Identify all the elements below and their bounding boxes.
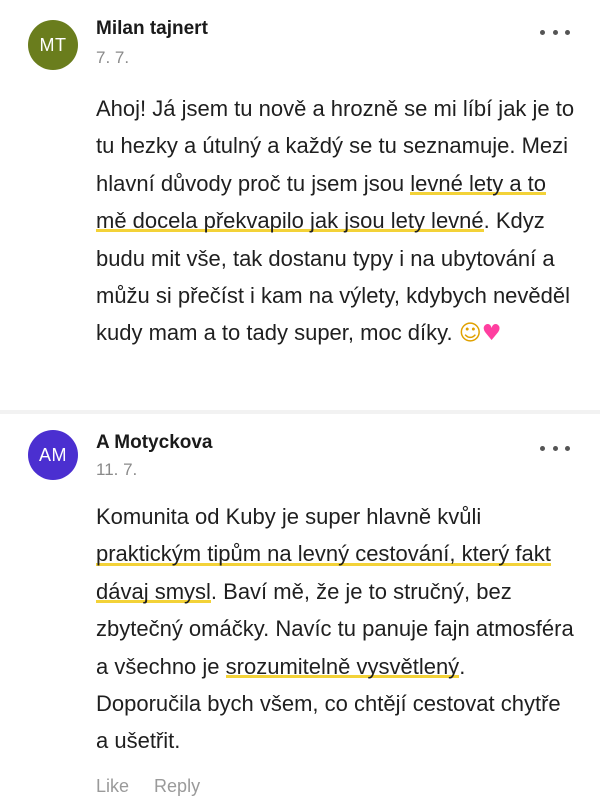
comment-actions: Like Reply	[96, 776, 220, 797]
comment-date: 11. 7.	[96, 460, 138, 479]
author-name[interactable]: Milan tajnert	[96, 18, 208, 40]
avatar[interactable]: AM	[28, 430, 78, 480]
smiling-face-emoji-icon: ☺	[458, 321, 482, 347]
comment-1: MT Milan tajnert 7. 7. Ahoj! Já jsem tu …	[0, 0, 600, 414]
comment-text: Ahoj! Já jsem tu nově a hrozně se mi líb…	[96, 90, 576, 353]
comment-text: Komunita od Kuby je super hlavně kvůli p…	[96, 498, 576, 760]
avatar-initials: AM	[39, 444, 67, 465]
avatar-initials: MT	[39, 34, 67, 55]
comment-date: 7. 7.	[96, 48, 130, 67]
like-button[interactable]: Like	[96, 776, 129, 796]
reply-button[interactable]: Reply	[154, 776, 200, 796]
author-name[interactable]: A Motyckova	[96, 432, 213, 454]
more-options-icon[interactable]	[540, 22, 570, 42]
more-options-icon[interactable]	[540, 438, 570, 458]
pink-heart-emoji-icon: ♥	[481, 321, 502, 347]
comment-text-part: Komunita od Kuby je super hlavně kvůli	[96, 504, 482, 529]
avatar[interactable]: MT	[28, 20, 78, 70]
highlighted-text: srozumitelně vysvětlený	[225, 653, 460, 680]
comment-2: AM A Motyckova 11. 7. Komunita od Kuby j…	[0, 414, 600, 800]
